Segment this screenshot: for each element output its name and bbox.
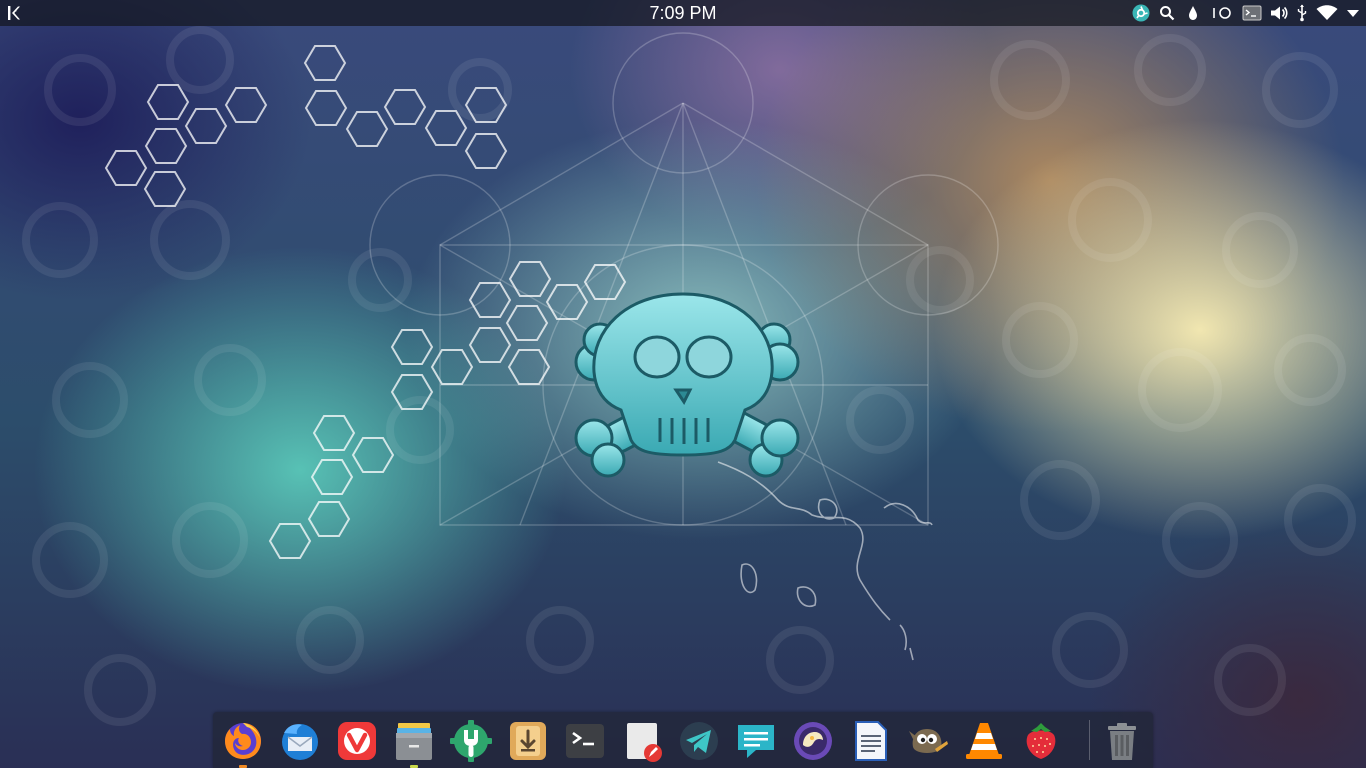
gimp-icon — [909, 729, 948, 753]
document-viewer-icon — [855, 721, 887, 761]
dock-item-trash[interactable] — [1099, 718, 1145, 764]
skull-logo — [574, 292, 800, 478]
terminal-icon[interactable] — [1242, 4, 1262, 22]
steam-icon[interactable] — [1132, 4, 1150, 22]
dock-item-cantata[interactable] — [790, 718, 836, 764]
vivaldi-icon — [338, 722, 376, 760]
dock — [213, 712, 1153, 768]
dock-item-vlc[interactable] — [961, 718, 1007, 764]
trash-icon — [1108, 723, 1136, 760]
vpn-drop-icon[interactable] — [1184, 4, 1202, 22]
dock-item-package-installer[interactable] — [505, 718, 551, 764]
system-tray — [1132, 0, 1360, 26]
top-panel: 7:09 PM — [0, 0, 1366, 26]
strawberry-icon — [1026, 723, 1056, 759]
thunderbird-icon — [282, 724, 318, 760]
wifi-icon[interactable] — [1316, 4, 1338, 22]
dock-item-vivaldi[interactable] — [334, 718, 380, 764]
dock-item-settings[interactable] — [448, 718, 494, 764]
dock-item-strawberry[interactable] — [1018, 718, 1064, 764]
settings-wrench-icon — [450, 720, 492, 762]
dock-item-file-manager[interactable] — [391, 718, 437, 768]
text-editor-icon — [627, 723, 662, 762]
dock-item-chat-messenger[interactable] — [733, 718, 779, 764]
dock-item-gimp[interactable] — [904, 718, 950, 764]
application-launcher-button[interactable] — [4, 2, 26, 24]
firefox-icon — [225, 723, 261, 759]
chat-messenger-icon — [738, 725, 774, 758]
file-manager-icon — [396, 723, 432, 760]
dock-item-text-editor[interactable] — [619, 718, 665, 764]
terminal-icon — [566, 724, 604, 758]
dock-item-terminal[interactable] — [562, 718, 608, 764]
cantata-music-icon — [794, 722, 832, 760]
telegram-icon — [680, 722, 718, 760]
dock-item-telegram[interactable] — [676, 718, 722, 764]
dock-item-thunderbird[interactable] — [277, 718, 323, 764]
dock-item-firefox[interactable] — [220, 718, 266, 768]
desktop[interactable]: 7:09 PM — [0, 0, 1366, 768]
vlc-icon — [966, 723, 1002, 759]
package-installer-icon — [510, 722, 546, 760]
dock-item-document-viewer[interactable] — [847, 718, 893, 764]
search-icon[interactable] — [1158, 4, 1176, 22]
clock[interactable]: 7:09 PM — [583, 0, 783, 26]
kde-icon — [8, 6, 20, 20]
menu-arrow-icon[interactable] — [1346, 4, 1360, 22]
volume-icon[interactable] — [1270, 4, 1288, 22]
power-icon[interactable] — [1210, 4, 1234, 22]
dock-separator — [1089, 720, 1090, 760]
usb-icon[interactable] — [1296, 4, 1308, 22]
wallpaper — [22, 26, 1356, 726]
